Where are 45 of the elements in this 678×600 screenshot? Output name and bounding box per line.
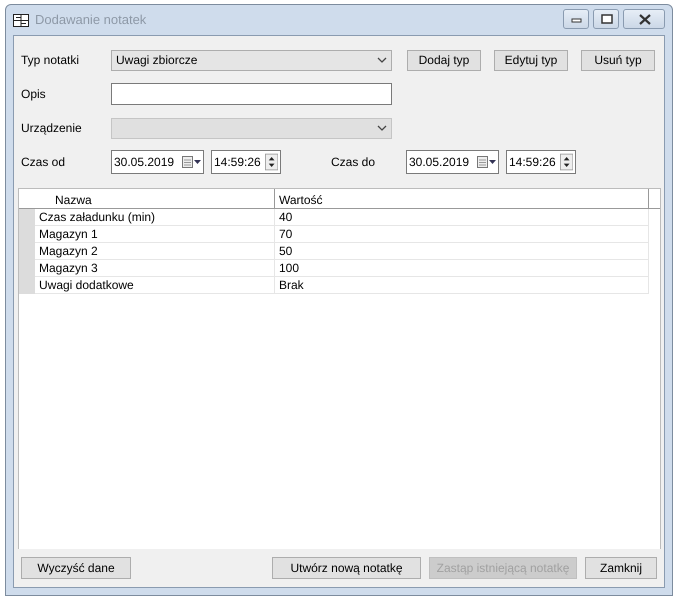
table-cell: Magazyn 1 xyxy=(35,226,275,243)
field-label: Typ notatki xyxy=(21,52,80,69)
type-button[interactable]: Usuń typ xyxy=(581,50,655,70)
table-cell: Czas załadunku (min) xyxy=(35,209,275,226)
type-button[interactable]: Dodaj typ xyxy=(407,50,481,70)
column-header[interactable]: Nazwa xyxy=(35,189,275,208)
time-spinner[interactable]: 14:59:26 xyxy=(506,150,576,174)
close-button[interactable] xyxy=(623,9,665,29)
maximize-button[interactable] xyxy=(593,9,619,29)
field-label: Czas do xyxy=(331,154,376,171)
spin-arrows-icon xyxy=(560,152,573,172)
description-field[interactable] xyxy=(111,83,392,105)
maximize-icon xyxy=(601,14,613,24)
spin-arrows-icon xyxy=(264,152,278,172)
minimize-button[interactable] xyxy=(563,9,589,29)
field-label: Opis xyxy=(21,86,47,103)
table-cell: Brak xyxy=(275,277,649,294)
table-cell: 100 xyxy=(275,260,649,277)
window-icon xyxy=(13,14,29,26)
window-title: Dodawanie notatek xyxy=(35,11,146,30)
table-cell: Magazyn 3 xyxy=(35,260,275,277)
table-cell: 50 xyxy=(275,243,649,260)
field-label: Urządzenie xyxy=(21,120,83,137)
table-cell: Uwagi dodatkowe xyxy=(35,277,275,294)
action-button[interactable]: Wyczyść dane xyxy=(21,557,131,579)
table-cell: 40 xyxy=(275,209,649,226)
close-icon xyxy=(638,14,652,26)
calendar-dropdown-icon xyxy=(182,156,201,168)
caret-icon xyxy=(377,124,387,132)
action-button[interactable]: Utwórz nową notatkę xyxy=(272,557,421,579)
action-button[interactable]: Zamknij xyxy=(585,557,657,579)
table-cell: 70 xyxy=(275,226,649,243)
column-header[interactable]: Wartość xyxy=(275,189,649,208)
minimize-icon xyxy=(572,18,582,22)
field-label: Czas od xyxy=(21,154,66,171)
type-button[interactable]: Edytuj typ xyxy=(494,50,568,70)
dropdown[interactable]: Uwagi zbiorcze xyxy=(111,50,392,70)
date-picker[interactable]: 30.05.2019 xyxy=(111,150,204,174)
row-header[interactable] xyxy=(19,277,35,294)
time-spinner[interactable]: 14:59:26 xyxy=(211,150,281,174)
calendar-dropdown-icon xyxy=(477,156,496,168)
caret-icon xyxy=(377,56,387,64)
row-header[interactable] xyxy=(19,209,35,226)
date-picker[interactable]: 30.05.2019 xyxy=(406,150,499,174)
table-cell: Magazyn 2 xyxy=(35,243,275,260)
